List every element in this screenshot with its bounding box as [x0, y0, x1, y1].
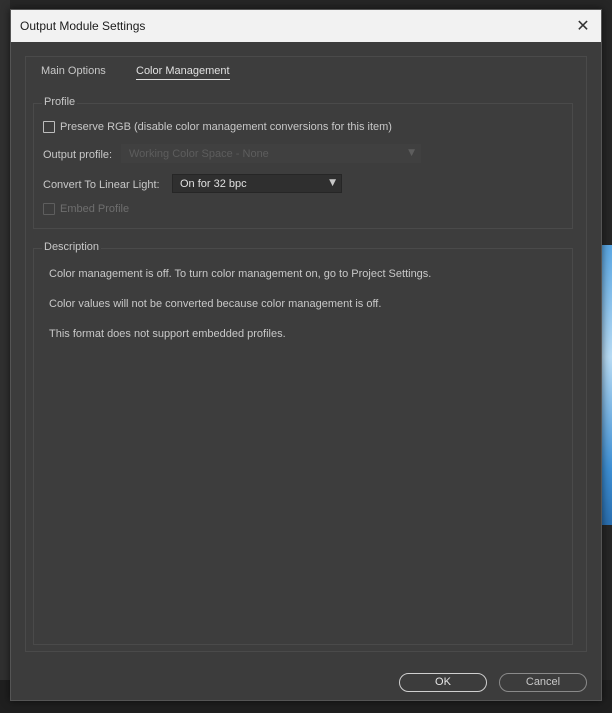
output-profile-dropdown[interactable]: Working Color Space - None ▼ [121, 144, 421, 163]
output-module-settings-dialog: Output Module Settings ✕ Main Options Co… [10, 9, 602, 701]
title-bar[interactable]: Output Module Settings ✕ [11, 10, 601, 42]
description-group: Description Color management is off. To … [33, 241, 573, 645]
chevron-down-icon: ▼ [329, 178, 336, 188]
ok-button[interactable]: OK [399, 673, 487, 692]
cancel-button[interactable]: Cancel [499, 673, 587, 692]
description-line: This format does not support embedded pr… [49, 328, 286, 340]
description-group-title: Description [42, 241, 102, 253]
output-profile-value: Working Color Space - None [129, 148, 269, 160]
preserve-rgb-checkbox[interactable] [43, 121, 55, 133]
close-icon[interactable]: ✕ [573, 16, 593, 36]
convert-linear-value: On for 32 bpc [180, 178, 247, 190]
description-line: Color management is off. To turn color m… [49, 268, 432, 280]
profile-group: Profile Preserve RGB (disable color mana… [33, 96, 573, 229]
convert-linear-dropdown[interactable]: On for 32 bpc ▼ [172, 174, 342, 193]
dialog-title: Output Module Settings [20, 19, 146, 33]
background-panel [0, 0, 10, 713]
tab-color-management[interactable]: Color Management [136, 65, 230, 80]
profile-group-title: Profile [42, 96, 78, 108]
tab-main-options[interactable]: Main Options [41, 65, 106, 77]
dialog-content: Main Options Color Management Profile Pr… [25, 56, 587, 652]
preserve-rgb-label: Preserve RGB (disable color management c… [60, 121, 392, 133]
output-profile-label: Output profile: [43, 149, 113, 161]
convert-linear-label: Convert To Linear Light: [43, 179, 160, 191]
chevron-down-icon: ▼ [408, 148, 415, 158]
description-line: Color values will not be converted becau… [49, 298, 382, 310]
embed-profile-checkbox[interactable] [43, 203, 55, 215]
embed-profile-label: Embed Profile [60, 203, 130, 215]
